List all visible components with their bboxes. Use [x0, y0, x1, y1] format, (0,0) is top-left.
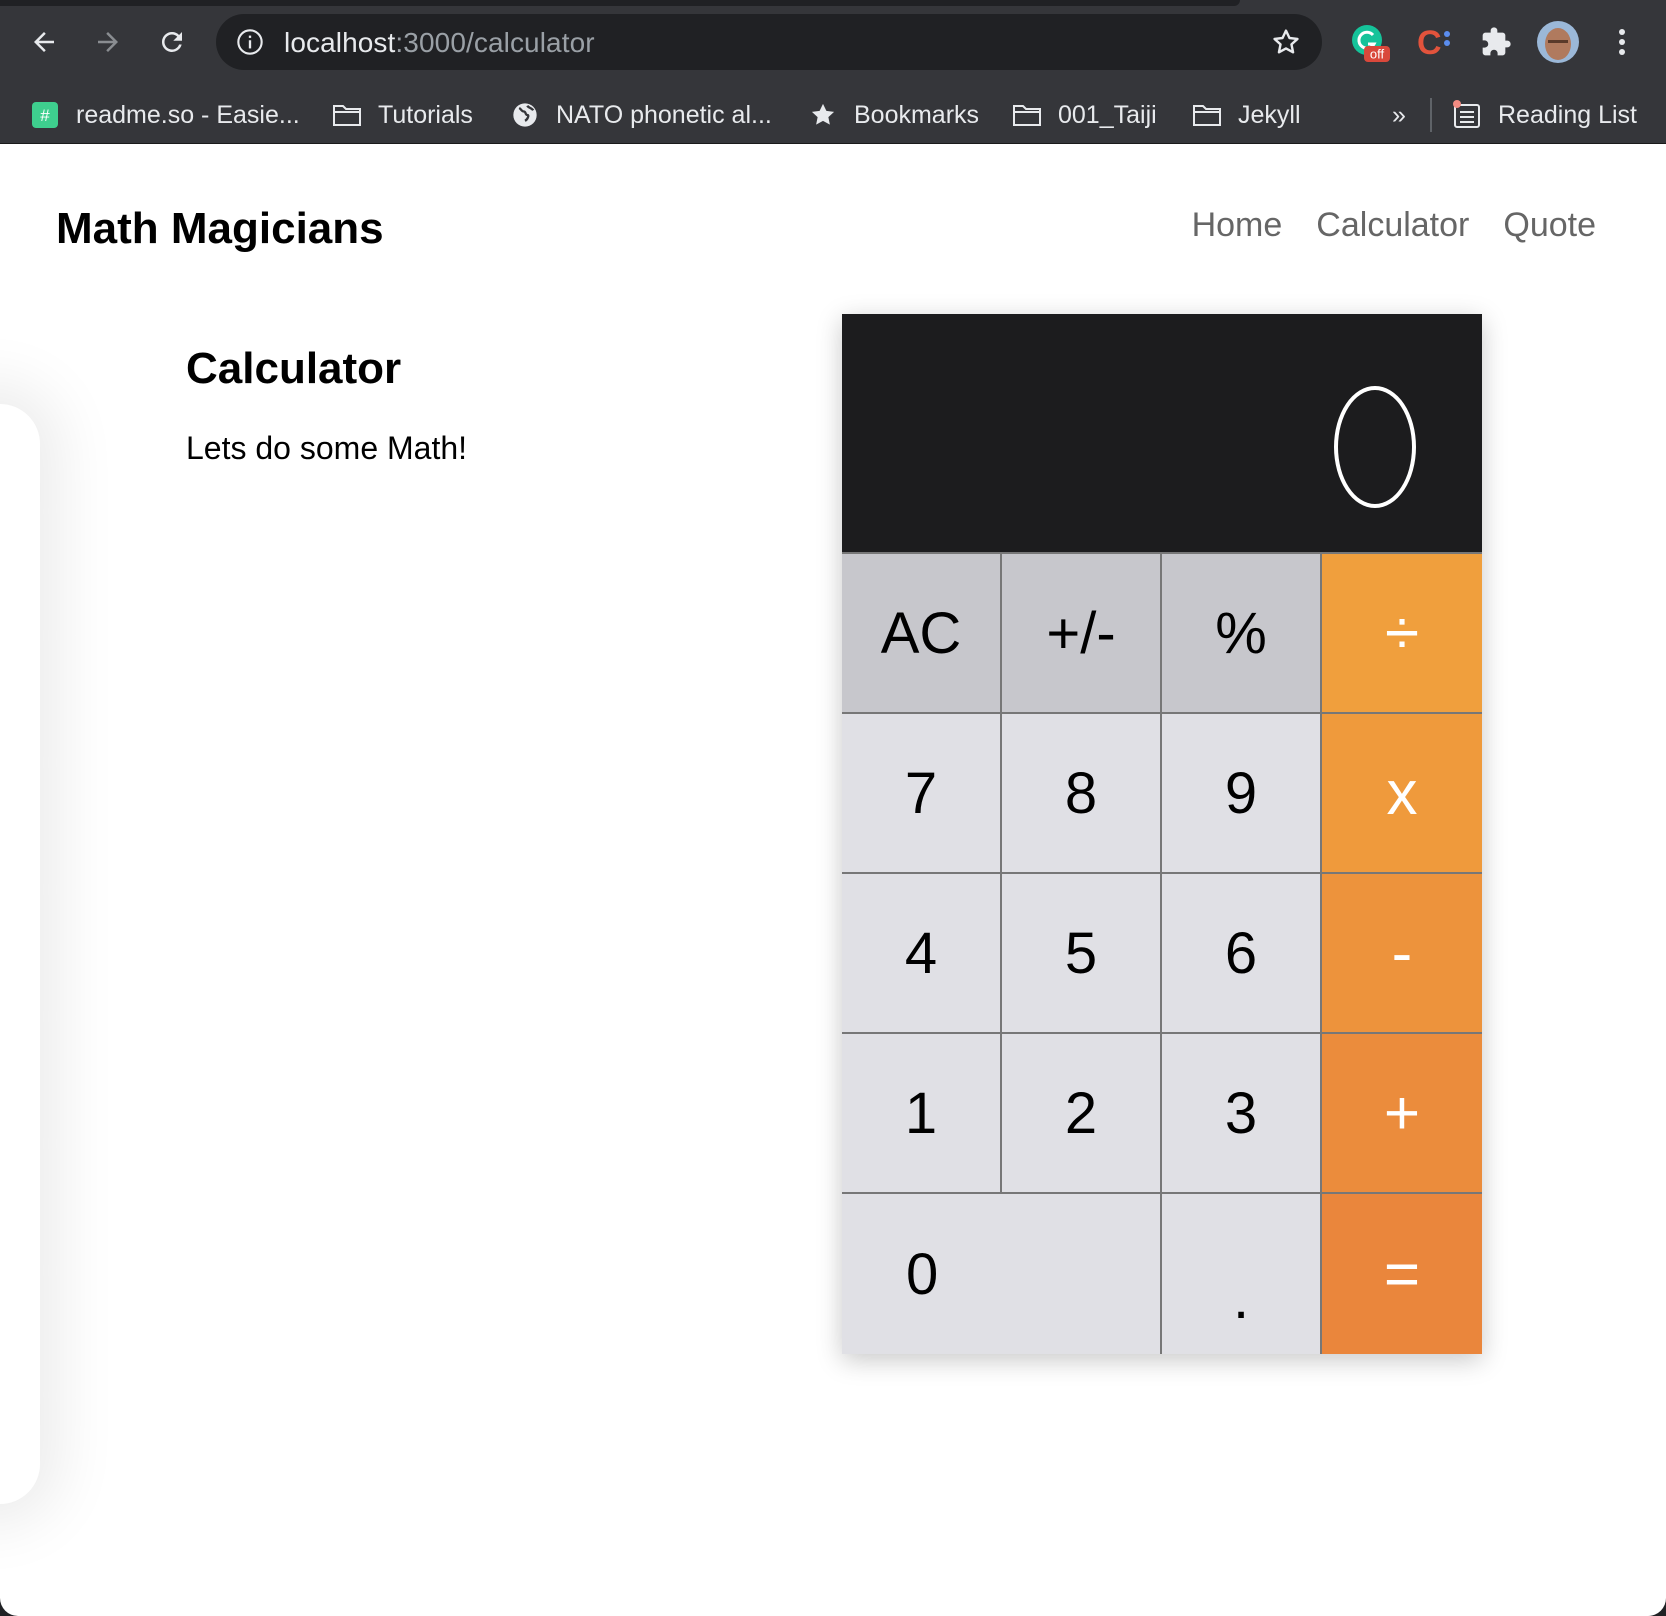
key-clear[interactable]: AC — [842, 554, 1002, 714]
globe-icon — [510, 100, 540, 130]
bookmarks-bar: # readme.so - Easie... Tutorials NATO ph… — [0, 86, 1666, 144]
key-add[interactable]: + — [1322, 1034, 1482, 1194]
page-content: Math Magicians Home Calculator Quote Cal… — [0, 144, 1666, 1616]
back-button[interactable] — [20, 18, 68, 66]
address-bar[interactable]: localhost:3000/calculator — [216, 14, 1322, 70]
chrome-menu-button[interactable] — [1600, 20, 1644, 64]
grammarly-icon: off — [1352, 25, 1390, 62]
key-subtract[interactable]: - — [1322, 874, 1482, 1034]
intro-text: Lets do some Math! — [186, 430, 468, 466]
url-host: localhost — [284, 27, 396, 58]
tab-strip — [0, 0, 1240, 6]
bookmark-label: 001_Taiji — [1058, 100, 1157, 129]
key-multiply[interactable]: x — [1322, 714, 1482, 874]
key-8[interactable]: 8 — [1002, 714, 1162, 874]
calculator: 0 AC +/- % ÷ 7 8 9 x 4 5 6 - 1 — [842, 314, 1482, 1354]
url-text[interactable]: localhost:3000/calculator — [284, 27, 595, 59]
bookmark-label: Bookmarks — [854, 100, 980, 129]
bookmark-jekyll[interactable]: Jekyll — [1192, 86, 1301, 144]
reload-button[interactable] — [148, 18, 196, 66]
key-6[interactable]: 6 — [1162, 874, 1322, 1034]
reload-icon — [161, 31, 182, 52]
forward-button[interactable] — [84, 18, 132, 66]
bookmark-readme[interactable]: # readme.so - Easie... — [30, 86, 300, 144]
key-9[interactable]: 9 — [1162, 714, 1322, 874]
colorzilla-extension[interactable]: C — [1412, 20, 1456, 64]
reading-list-label: Reading List — [1498, 100, 1637, 129]
profile-avatar[interactable] — [1536, 20, 1580, 64]
key-divide[interactable]: ÷ — [1322, 554, 1482, 714]
bookmark-label: NATO phonetic al... — [556, 100, 772, 129]
page-title: Calculator — [186, 344, 402, 393]
main-nav: Home Calculator Quote — [1192, 206, 1596, 245]
display-digit-glyph — [1334, 386, 1416, 508]
bookmark-nato[interactable]: NATO phonetic al... — [510, 86, 772, 144]
nav-quote-link[interactable]: Quote — [1503, 206, 1596, 245]
key-decimal[interactable]: . — [1162, 1194, 1322, 1354]
overflow-chevron-icon: » — [1392, 100, 1406, 129]
info-icon[interactable] — [236, 28, 264, 56]
key-2[interactable]: 2 — [1002, 1034, 1162, 1194]
puzzle-icon — [1482, 27, 1511, 56]
bookmark-tutorials[interactable]: Tutorials — [332, 86, 473, 144]
key-1[interactable]: 1 — [842, 1034, 1002, 1194]
reading-list-button[interactable]: Reading List — [1452, 86, 1637, 144]
more-vertical-icon — [1619, 29, 1625, 55]
extensions-button[interactable] — [1474, 20, 1518, 64]
nav-calculator-link[interactable]: Calculator — [1316, 206, 1469, 245]
browser-toolbar: localhost:3000/calculator off C — [0, 0, 1666, 86]
nav-home-link[interactable]: Home — [1192, 206, 1283, 245]
bookmark-label: Tutorials — [378, 100, 473, 129]
svg-text:C: C — [1417, 24, 1442, 62]
url-path: :3000/calculator — [395, 27, 595, 58]
bookmark-label: readme.so - Easie... — [76, 100, 300, 129]
key-percent[interactable]: % — [1162, 554, 1322, 714]
key-equals[interactable]: = — [1322, 1194, 1482, 1354]
bookmarks-divider — [1430, 98, 1432, 132]
key-7[interactable]: 7 — [842, 714, 1002, 874]
avatar-icon — [1537, 21, 1579, 63]
hash-icon: # — [30, 100, 60, 130]
key-4[interactable]: 4 — [842, 874, 1002, 1034]
decorative-shadow — [0, 404, 40, 1504]
bookmark-star-icon[interactable] — [1270, 26, 1302, 58]
arrow-right-icon — [98, 32, 118, 52]
calculator-keypad: AC +/- % ÷ 7 8 9 x 4 5 6 - 1 2 3 + 0 . = — [842, 554, 1482, 1354]
svg-text:#: # — [40, 106, 50, 125]
key-3[interactable]: 3 — [1162, 1034, 1322, 1194]
bookmarks-overflow-button[interactable]: » — [1392, 86, 1406, 144]
key-toggle-sign[interactable]: +/- — [1002, 554, 1162, 714]
svg-text:off: off — [1370, 47, 1385, 62]
c-extension-icon: C — [1417, 24, 1450, 62]
key-5[interactable]: 5 — [1002, 874, 1162, 1034]
browser-window: localhost:3000/calculator off C # readme… — [0, 0, 1666, 1616]
bookmark-bookmarks[interactable]: Bookmarks — [808, 86, 979, 144]
folder-icon — [1012, 100, 1042, 130]
star-icon — [808, 100, 838, 130]
arrow-left-icon — [34, 32, 54, 52]
folder-icon — [332, 100, 362, 130]
bookmark-taiji[interactable]: 001_Taiji — [1012, 86, 1157, 144]
calculator-display: 0 — [842, 314, 1482, 554]
folder-icon — [1192, 100, 1222, 130]
reading-list-icon — [1452, 100, 1482, 130]
site-brand[interactable]: Math Magicians — [56, 204, 384, 254]
grammarly-extension[interactable]: off — [1348, 20, 1392, 64]
key-0[interactable]: 0 — [842, 1194, 1162, 1354]
bookmark-label: Jekyll — [1238, 100, 1301, 129]
